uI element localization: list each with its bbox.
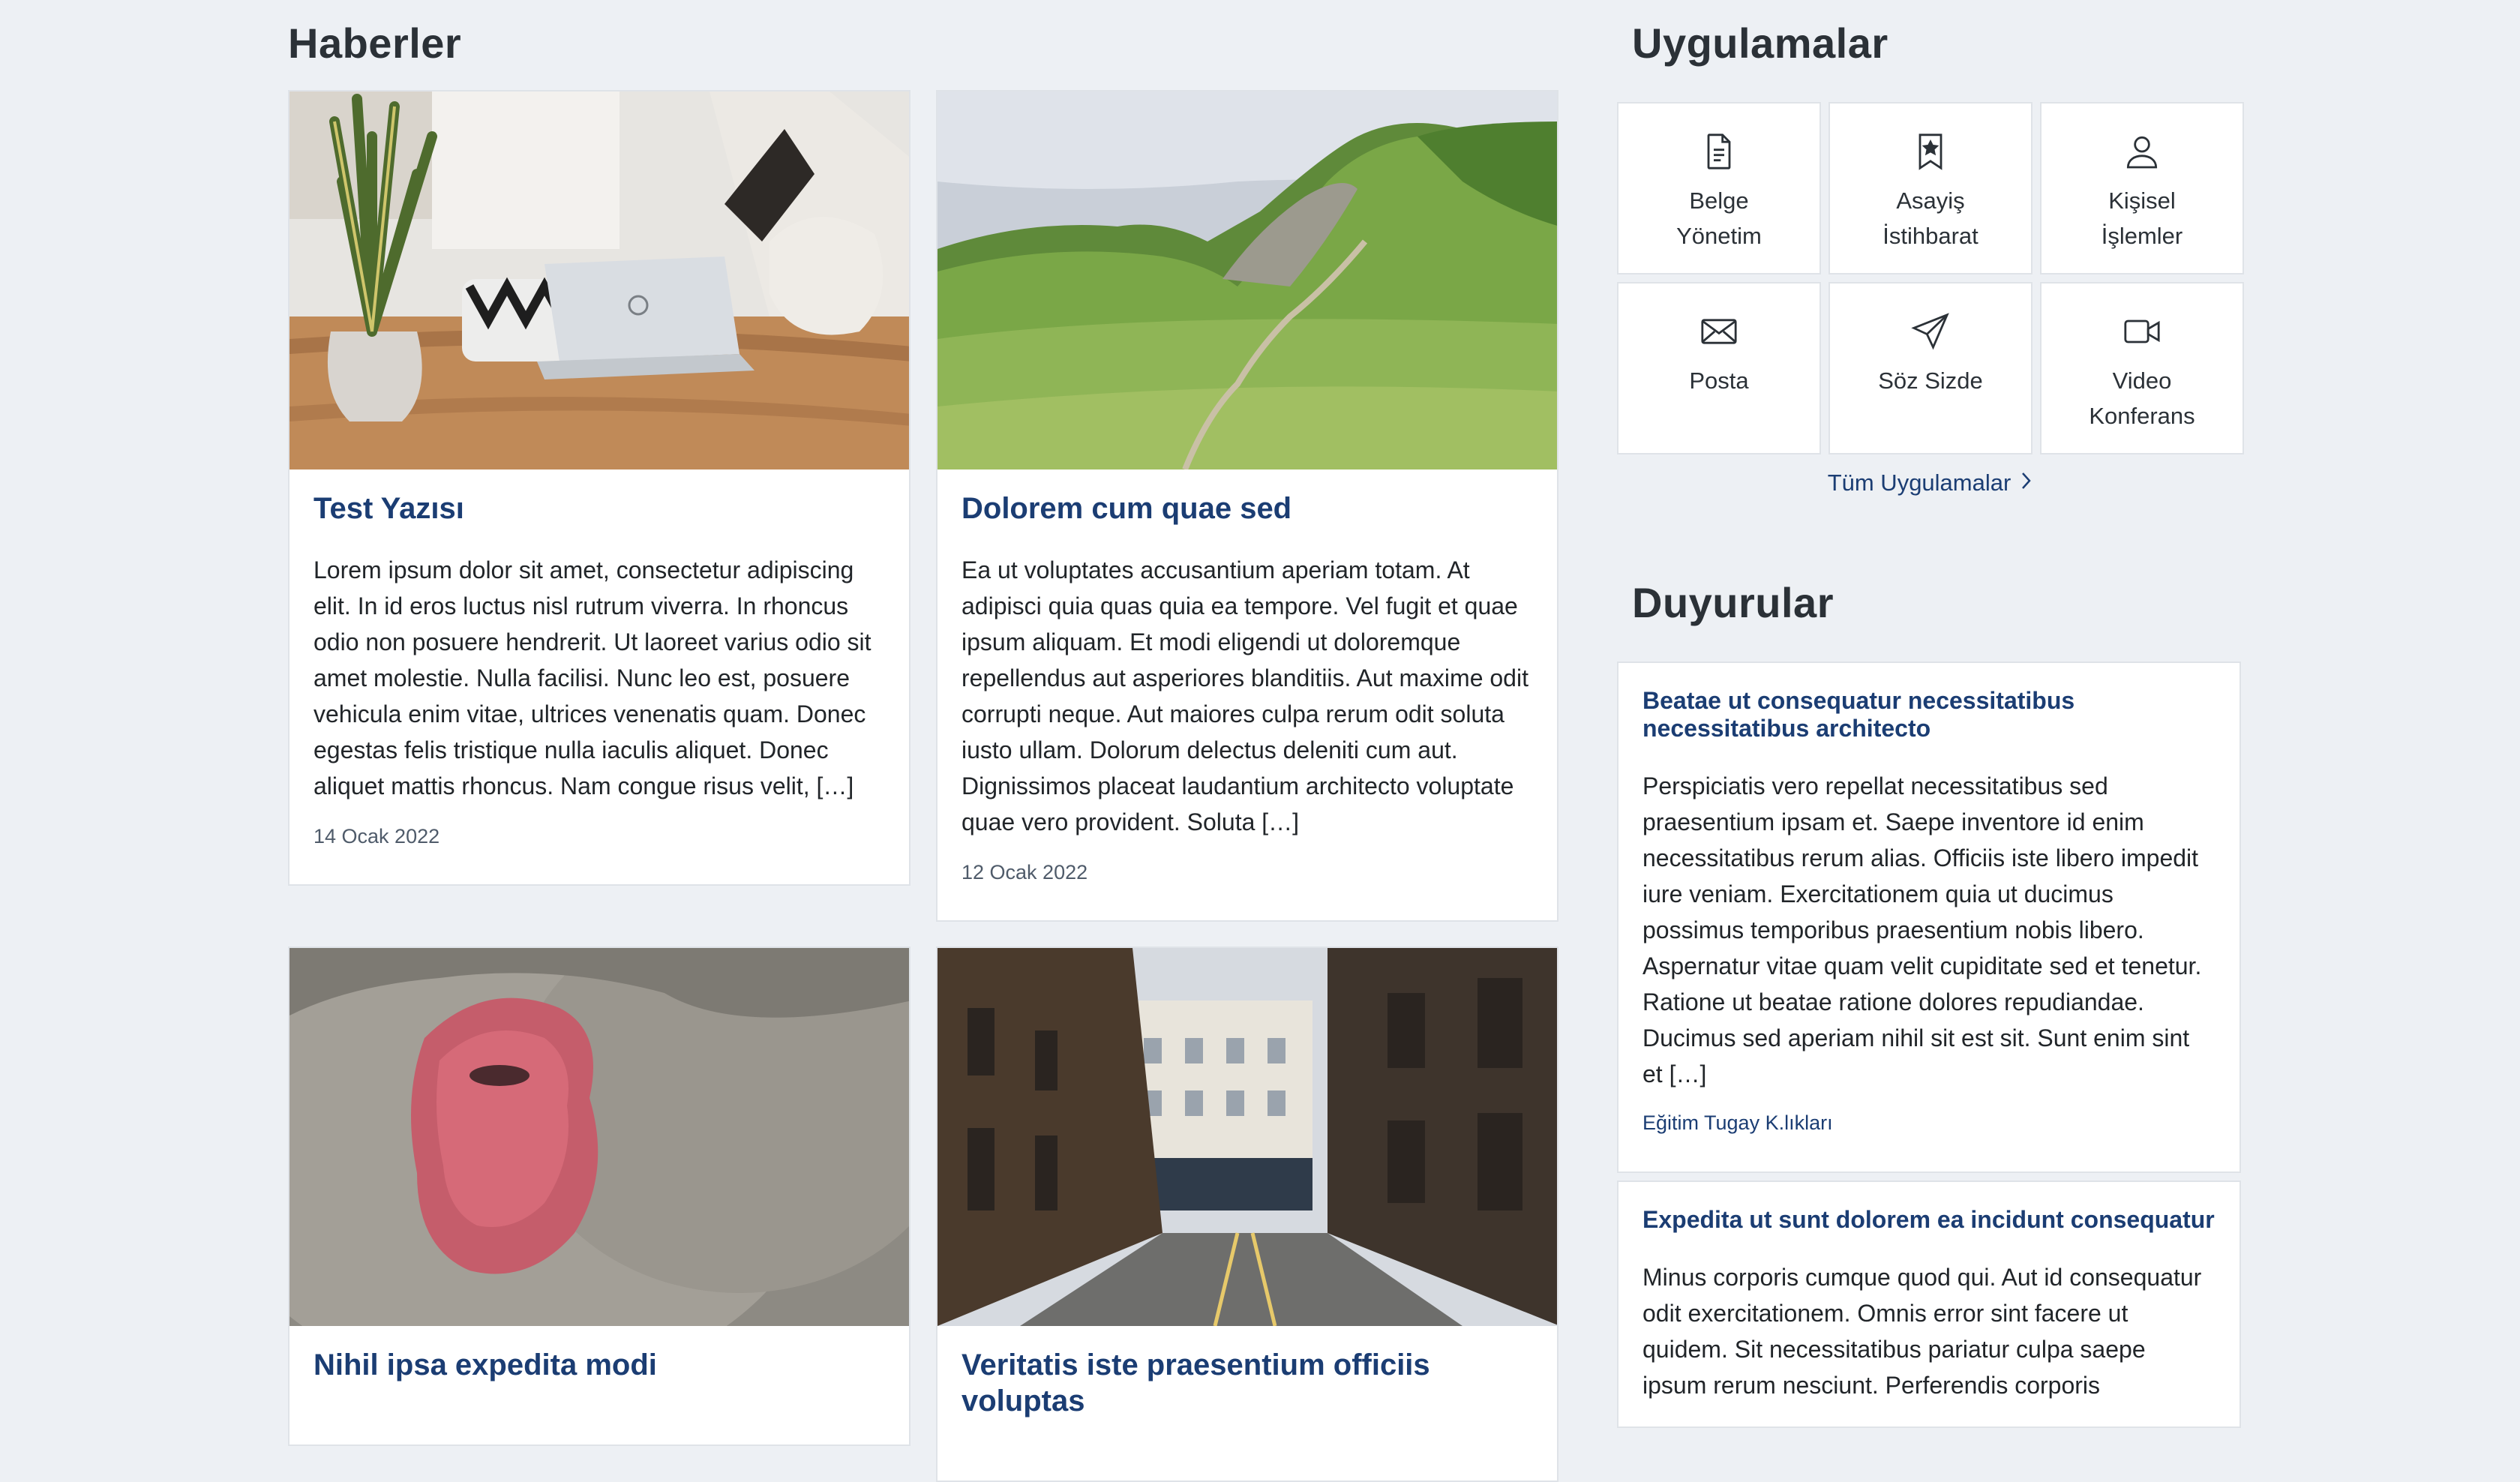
announcement-title[interactable]: Beatae ut consequatur necessitatibus nec… <box>1642 687 2216 742</box>
app-label: Posta <box>1689 368 1749 394</box>
announcement-text: Minus corporis cumque quod qui. Aut id c… <box>1642 1264 2202 1399</box>
news-image-monkey[interactable] <box>290 948 909 1326</box>
app-label: Kişisel İşlemler <box>2101 188 2183 249</box>
news-title[interactable]: Dolorem cum quae sed <box>962 490 1533 526</box>
app-label: Asayiş İstihbarat <box>1882 188 1978 249</box>
app-tile-asayis-istihbarat[interactable]: Asayiş İstihbarat <box>1828 102 2032 274</box>
app-tile-posta[interactable]: Posta <box>1617 282 1821 454</box>
app-tile-belge-yonetim[interactable]: Belge Yönetim <box>1617 102 1821 274</box>
news-title[interactable]: Veritatis iste praesentium officiis volu… <box>962 1347 1533 1419</box>
news-card[interactable]: Nihil ipsa expedita modi <box>288 946 910 1446</box>
bookmark-star-icon <box>1918 134 1942 170</box>
news-image-mountain[interactable] <box>938 92 1557 470</box>
news-date: 12 Ocak 2022 <box>962 861 1088 884</box>
news-excerpt: Lorem ipsum dolor sit amet, consectetur … <box>314 556 872 800</box>
apps-section-title: Uygulamalar <box>1632 20 1888 67</box>
app-tile-soz-sizde[interactable]: Söz Sizde <box>1828 282 2032 454</box>
all-apps-label: Tüm Uygulamalar <box>1827 470 2012 496</box>
news-title[interactable]: Test Yazısı <box>314 490 885 526</box>
announcements-section-title: Duyurular <box>1632 579 1834 626</box>
envelope-icon <box>1701 319 1737 344</box>
app-tile-kisisel-islemler[interactable]: Kişisel İşlemler <box>2040 102 2244 274</box>
app-label: Belge Yönetim <box>1676 188 1762 249</box>
camera-video-icon <box>2124 320 2160 344</box>
app-label: Söz Sizde <box>1878 368 1983 394</box>
document-icon <box>1707 134 1731 170</box>
news-title[interactable]: Nihil ipsa expedita modi <box>314 1347 885 1383</box>
announcement-title[interactable]: Expedita ut sunt dolorem ea incidunt con… <box>1642 1206 2216 1234</box>
news-section-title: Haberler <box>288 20 462 67</box>
announcement-source[interactable]: Eğitim Tugay K.lıkları <box>1642 1112 2216 1135</box>
app-tile-video-konferans[interactable]: Video Konferans <box>2040 282 2244 454</box>
app-label: Video Konferans <box>2089 368 2195 429</box>
news-date: 14 Ocak 2022 <box>314 825 440 848</box>
news-card[interactable]: Test Yazısı Lorem ipsum dolor sit amet, … <box>288 90 910 886</box>
announcement-card[interactable]: Beatae ut consequatur necessitatibus nec… <box>1617 662 2241 1173</box>
send-icon <box>1911 313 1949 350</box>
person-icon <box>2126 136 2158 169</box>
news-image-laptop[interactable] <box>290 92 909 470</box>
news-excerpt: Ea ut voluptates accusantium aperiam tot… <box>962 556 1528 836</box>
chevron-right-icon <box>2020 470 2033 496</box>
all-apps-link[interactable]: Tüm Uygulamalar <box>1617 470 2244 496</box>
announcement-text: Perspiciatis vero repellat necessitatibu… <box>1642 772 2202 1088</box>
announcement-card[interactable]: Expedita ut sunt dolorem ea incidunt con… <box>1617 1180 2241 1428</box>
news-card[interactable]: Veritatis iste praesentium officiis volu… <box>936 946 1558 1482</box>
news-image-street[interactable] <box>938 948 1557 1326</box>
news-card[interactable]: Dolorem cum quae sed Ea ut voluptates ac… <box>936 90 1558 922</box>
apps-grid: Belge Yönetim Asayiş İstihbarat Kişisel … <box>1617 102 2244 454</box>
